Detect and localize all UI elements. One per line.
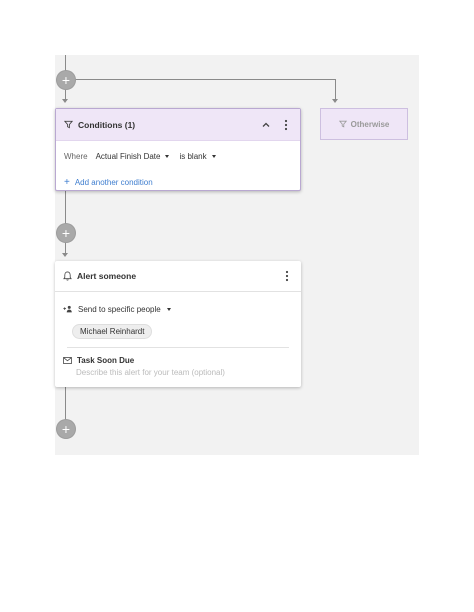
operator-select[interactable]: is blank [179, 151, 216, 161]
recipient-mode-value: Send to specific people [78, 304, 161, 314]
alert-card: Alert someone Send to specific people Mi… [55, 261, 301, 387]
add-step-button-middle[interactable]: + [57, 224, 75, 242]
envelope-icon [63, 356, 72, 364]
add-step-button-bottom[interactable]: + [57, 420, 75, 438]
dropdown-caret-icon [165, 154, 170, 158]
bell-icon [63, 271, 72, 281]
connector-otherwise [335, 79, 336, 101]
filter-icon [338, 120, 347, 128]
message-title[interactable]: Task Soon Due [77, 356, 134, 365]
recipient-mode-select[interactable]: Send to specific people [63, 294, 293, 324]
add-person-icon [63, 305, 73, 313]
operator-select-value: is blank [179, 151, 207, 161]
connector-branch [65, 79, 336, 80]
add-condition-label: Add another condition [74, 177, 153, 187]
alert-header[interactable]: Alert someone [55, 261, 301, 292]
recipient-chip[interactable]: Michael Reinhardt [72, 324, 153, 339]
dropdown-caret-icon [166, 307, 171, 311]
connector-mid [65, 191, 66, 255]
filter-icon [64, 120, 73, 129]
conditions-title: Conditions (1) [78, 119, 136, 130]
arrow-to-conditions [62, 99, 68, 103]
field-select-value: Actual Finish Date [95, 151, 161, 161]
otherwise-card[interactable]: Otherwise [320, 108, 408, 140]
conditions-card: Conditions (1) Where Actual Finish Date … [55, 108, 301, 191]
arrow-to-otherwise [332, 99, 338, 103]
dropdown-caret-icon [211, 154, 216, 158]
divider [67, 347, 289, 348]
alert-title: Alert someone [77, 271, 137, 281]
message-description-input[interactable]: Describe this alert for your team (optio… [76, 368, 293, 377]
add-step-button-top[interactable]: + [57, 71, 75, 89]
where-label: Where [64, 151, 88, 161]
arrow-to-alert [62, 253, 68, 257]
more-options-icon[interactable] [280, 119, 292, 131]
otherwise-title: Otherwise [350, 119, 390, 129]
more-options-icon[interactable] [281, 270, 293, 282]
plus-icon: + [64, 176, 70, 188]
add-condition-link[interactable]: + Add another condition [64, 171, 292, 193]
conditions-header[interactable]: Conditions (1) [56, 109, 300, 141]
field-select[interactable]: Actual Finish Date [96, 152, 170, 161]
collapse-chevron-icon[interactable] [260, 119, 272, 131]
